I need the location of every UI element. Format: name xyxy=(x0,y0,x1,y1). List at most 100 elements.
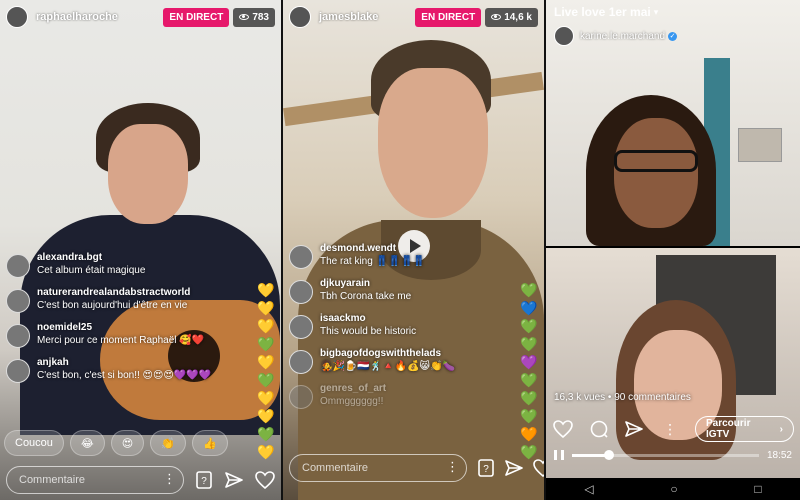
avatar[interactable] xyxy=(289,350,313,374)
send-icon[interactable] xyxy=(624,418,646,440)
comment-username[interactable]: naturerandrealandabstractworld xyxy=(37,287,190,298)
back-icon[interactable]: ◁ xyxy=(584,482,593,496)
avatar[interactable] xyxy=(554,26,574,46)
comment-text: 🧑‍🎤🎉🍺🇳🇱🕺🔺🔥💰😸👏🍆 xyxy=(320,361,455,372)
quick-reactions: Coucou 😂 😍 👏 👍 xyxy=(4,430,277,456)
video-person-face xyxy=(378,68,488,218)
live-badge: EN DIRECT xyxy=(163,7,230,27)
avatar[interactable] xyxy=(289,315,313,339)
heart-icon: 🧡 xyxy=(520,426,538,442)
list-item: desmond.wendt The rat king 👖👖👖👖 xyxy=(289,243,455,269)
avatar[interactable] xyxy=(6,6,28,28)
reaction-laugh-button[interactable]: 😂 xyxy=(69,430,105,456)
viewer-count[interactable]: 783 xyxy=(233,7,275,27)
comment-text: Merci pour ce moment Raphaël 🥰❤️ xyxy=(37,335,205,346)
live-panel-jamesblake: jamesblake EN DIRECT 14,6 k desmond.wend… xyxy=(283,0,544,500)
home-icon[interactable]: ○ xyxy=(670,482,677,496)
more-options-icon[interactable]: ⋮ xyxy=(446,460,459,474)
reaction-thumbs-button[interactable]: 👍 xyxy=(191,430,228,456)
avatar[interactable] xyxy=(6,324,30,348)
question-icon[interactable]: ? xyxy=(477,457,495,479)
channel-user[interactable]: karine.le.marchand ✓ xyxy=(554,26,678,46)
browse-igtv-label: Parcourir IGTV xyxy=(706,418,751,440)
live-header: raphaelharoche EN DIRECT 783 xyxy=(6,6,275,28)
progress-track[interactable] xyxy=(572,449,759,460)
heart-icon: 💛 xyxy=(257,300,275,316)
live-panel-raphaelharoche: raphaelharoche EN DIRECT 783 alexandra.b… xyxy=(0,0,281,500)
viewer-count-value: 14,6 k xyxy=(504,11,532,23)
comment-input[interactable] xyxy=(6,466,184,494)
avatar[interactable] xyxy=(289,280,313,304)
avatar[interactable] xyxy=(289,385,313,409)
live-badge: EN DIRECT xyxy=(415,7,482,27)
eye-icon xyxy=(239,14,250,20)
send-icon[interactable] xyxy=(224,469,244,491)
duration-label: 18:52 xyxy=(766,449,792,461)
username[interactable]: karine.le.marchand xyxy=(580,31,665,42)
recents-icon[interactable]: □ xyxy=(754,482,761,496)
like-heart-icon[interactable] xyxy=(533,457,544,479)
comment-username[interactable]: anjkah xyxy=(37,357,211,368)
username[interactable]: jamesblake xyxy=(319,11,378,23)
progress-knob[interactable] xyxy=(604,449,615,460)
eye-icon xyxy=(491,14,502,20)
avatar[interactable] xyxy=(6,359,30,383)
comment-username[interactable]: desmond.wendt xyxy=(320,243,425,254)
heart-icon: 💛 xyxy=(257,390,275,406)
comment-username[interactable]: isaackmo xyxy=(320,313,416,324)
viewer-count-value: 783 xyxy=(252,11,269,23)
comment-username[interactable]: genres_of_art xyxy=(320,383,386,394)
heart-icon: 💚 xyxy=(520,318,538,334)
video-actions: ⋮ Parcourir IGTV › xyxy=(552,416,795,442)
chevron-down-icon: ▾ xyxy=(653,6,659,17)
comment-input[interactable] xyxy=(289,454,467,482)
bottom-bar: ⋮ ? xyxy=(6,466,275,494)
list-item: djkuyarain Tbh Corona take me xyxy=(289,278,455,304)
comment-username[interactable]: djkuyarain xyxy=(320,278,411,289)
like-heart-icon[interactable] xyxy=(552,418,574,440)
reaction-coucou-button[interactable]: Coucou xyxy=(4,430,64,456)
video-wall-photos xyxy=(738,128,782,162)
video-stats[interactable]: 16,3 k vues • 90 commentaires xyxy=(554,392,691,403)
send-icon[interactable] xyxy=(505,457,523,479)
more-options-icon[interactable]: ⋮ xyxy=(163,472,176,486)
heart-icon: 💛 xyxy=(257,318,275,334)
heart-icon: 💛 xyxy=(257,354,275,370)
comment-text: C'est bon aujourd'hui d'être en vie xyxy=(37,300,188,311)
comment-text: Tbh Corona take me xyxy=(320,291,412,302)
comment-username[interactable]: noemidel25 xyxy=(37,322,204,333)
username[interactable]: raphaelharoche xyxy=(36,11,118,23)
avatar[interactable] xyxy=(289,245,313,269)
comment-text: Ommgggggg!! xyxy=(320,396,384,407)
video-title[interactable]: Live love 1er mai ▾ xyxy=(554,5,658,19)
heart-icon: 💛 xyxy=(257,282,275,298)
avatar[interactable] xyxy=(6,289,30,313)
video-person-face xyxy=(614,118,698,228)
pause-icon[interactable] xyxy=(554,450,564,460)
avatar[interactable] xyxy=(289,6,311,28)
svg-text:?: ? xyxy=(483,464,489,475)
heart-icon: 💚 xyxy=(257,336,275,352)
comment-text: The rat king 👖👖👖👖 xyxy=(320,256,426,267)
browse-igtv-button[interactable]: Parcourir IGTV › xyxy=(695,416,795,442)
reaction-clap-button[interactable]: 👏 xyxy=(150,430,186,456)
heart-icon: 💚 xyxy=(520,390,538,406)
live-header: jamesblake EN DIRECT 14,6 k xyxy=(289,6,538,28)
comment-username[interactable]: bigbagofdogswiththelads xyxy=(320,348,455,359)
list-item: naturerandrealandabstractworld C'est bon… xyxy=(6,287,211,313)
more-options-icon[interactable]: ⋮ xyxy=(659,418,681,440)
comment-username[interactable]: alexandra.bgt xyxy=(37,252,145,263)
svg-text:?: ? xyxy=(201,476,207,487)
comment-icon[interactable] xyxy=(588,418,610,440)
heart-icon: 💚 xyxy=(520,336,538,352)
list-item: isaackmo This would be historic xyxy=(289,313,455,339)
avatar[interactable] xyxy=(6,254,30,278)
reaction-love-button[interactable]: 😍 xyxy=(110,430,145,456)
system-nav-bar: ◁ ○ □ xyxy=(546,478,800,500)
viewer-count[interactable]: 14,6 k xyxy=(485,7,538,27)
question-icon[interactable]: ? xyxy=(194,469,214,491)
verified-badge-icon: ✓ xyxy=(668,31,678,41)
heart-icon: 💚 xyxy=(257,372,275,388)
comment-list: desmond.wendt The rat king 👖👖👖👖 djkuyara… xyxy=(289,243,455,418)
like-heart-icon[interactable] xyxy=(255,469,275,491)
